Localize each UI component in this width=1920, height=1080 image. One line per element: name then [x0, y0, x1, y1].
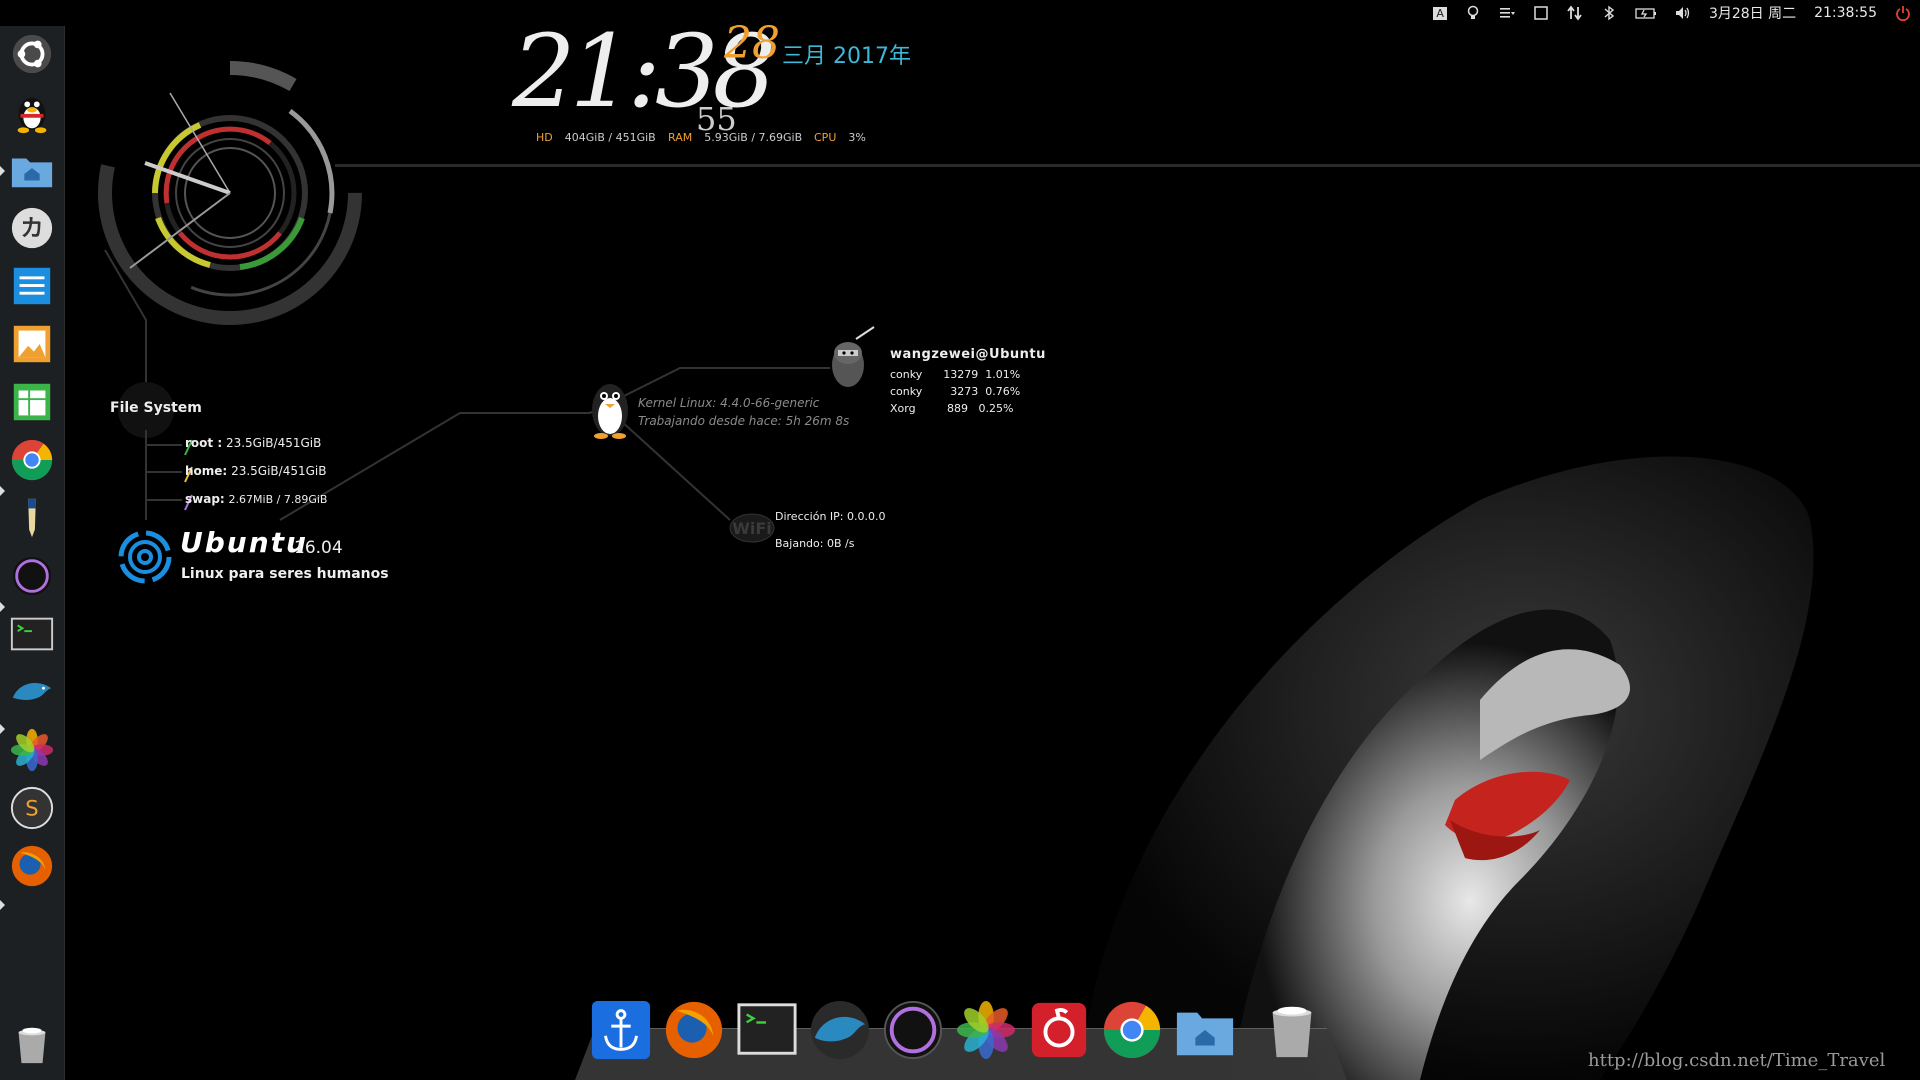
dock-firefox[interactable] — [662, 998, 726, 1062]
user-host: wangzewei@Ubuntu — [890, 347, 1046, 362]
kernel-info: Kernel Linux: 4.4.0-66-generic Trabajand… — [638, 394, 849, 430]
watermark: http://blog.csdn.net/Time_Travel — [1588, 1050, 1886, 1071]
fs-swap: swap: 2.67MiB / 7.89GiB — [185, 492, 328, 506]
dolphin-icon — [810, 1000, 870, 1060]
process-row: conky 3273 0.76% — [890, 385, 1021, 398]
distro-version: 16.04 — [294, 538, 343, 558]
hd-stat: HD 404GiB / 451GiB — [536, 131, 656, 144]
file-system-title: File System — [110, 400, 202, 416]
netease-music-icon — [1031, 1002, 1087, 1058]
fs-root: root : 23.5GiB/451GiB — [185, 436, 322, 450]
home-folder-icon — [1176, 1012, 1234, 1056]
conky-day: 28 — [724, 18, 780, 69]
terminal-icon — [737, 1003, 797, 1055]
process-row: conky 13279 1.01% — [890, 368, 1021, 381]
dock-home-folder[interactable] — [1173, 998, 1237, 1062]
dock-photos[interactable] — [954, 998, 1018, 1062]
dock-netease-music[interactable] — [1027, 998, 1091, 1062]
dock-circle-app[interactable] — [881, 998, 945, 1062]
photos-flower-icon — [956, 1000, 1016, 1060]
uptime: Trabajando desde hace: 5h 26m 8s — [638, 414, 850, 428]
conky-month-year: 三月 2017年 — [782, 44, 911, 69]
user-processes: wangzewei@Ubuntu conky 13279 1.01% conky… — [890, 347, 1046, 417]
anchor-icon — [591, 1000, 651, 1060]
svg-text:WiFi: WiFi — [732, 519, 772, 538]
dock-mysql-workbench[interactable] — [808, 998, 872, 1062]
dock-chrome[interactable] — [1100, 998, 1164, 1062]
trash-icon — [1272, 1006, 1312, 1058]
dock-terminal[interactable] — [735, 998, 799, 1062]
circle-ring-icon — [883, 1000, 943, 1060]
cpu-stat: CPU 3% — [814, 131, 866, 144]
distro-name: Ubuntu — [180, 526, 308, 559]
distro-tagline: Linux para seres humanos — [181, 566, 389, 582]
firefox-icon — [665, 1001, 723, 1059]
chrome-icon — [1103, 1001, 1161, 1059]
ram-stat: RAM 5.93GiB / 7.69GiB — [668, 131, 803, 144]
conky-divider — [335, 164, 1920, 167]
dock-trash[interactable] — [1260, 998, 1324, 1062]
dock-anchor[interactable] — [589, 998, 653, 1062]
download-speed: Bajando: 0B /s — [775, 537, 855, 550]
process-row: Xorg 889 0.25% — [890, 402, 1014, 415]
fs-home: home: 23.5GiB/451GiB — [185, 464, 327, 478]
kernel-version: Kernel Linux: 4.4.0-66-generic — [638, 396, 820, 410]
ip-address: Dirección IP: 0.0.0.0 — [775, 510, 886, 523]
